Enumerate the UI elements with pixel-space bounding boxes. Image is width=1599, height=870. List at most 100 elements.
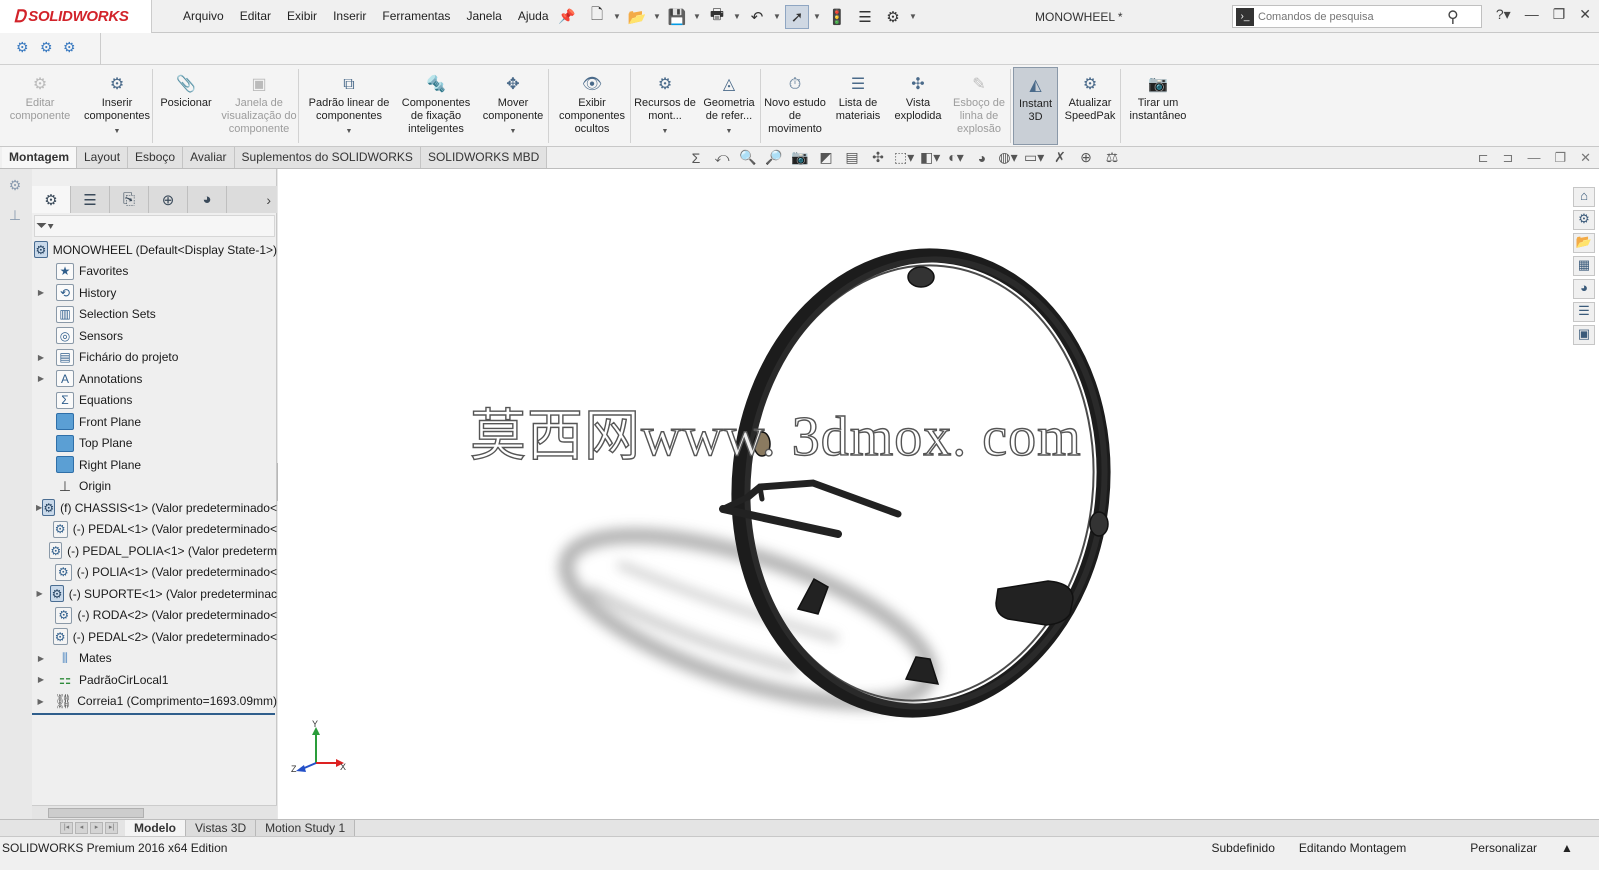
home-icon[interactable]: ⌂ — [1573, 187, 1595, 207]
tree-item[interactable]: ⚙ (-) PEDAL<2> (Valor predeterminado< — [32, 626, 277, 648]
tree-item[interactable]: ▶ ⚏ PadrãoCirLocal1 — [32, 669, 277, 691]
menu-arquivo[interactable]: Arquivo — [175, 9, 232, 23]
interference-icon[interactable]: ✗ — [1050, 149, 1070, 166]
display-style-icon[interactable]: ◧▾ — [920, 149, 940, 166]
open-dropdown-icon[interactable]: ▼ — [653, 12, 661, 21]
scrollbar-thumb[interactable] — [48, 808, 144, 818]
custom-properties-icon[interactable]: ☰ — [1573, 302, 1595, 322]
hide-show-icon[interactable]: ◐▾ — [946, 149, 966, 166]
camera-icon[interactable]: 📷 — [790, 149, 810, 166]
tree-item[interactable]: ⚙ (-) PEDAL<1> (Valor predeterminado< — [32, 519, 277, 541]
rebuild-traffic-light-icon[interactable]: 🚦 — [825, 5, 849, 29]
search-input[interactable] — [1258, 10, 1443, 23]
tab-suplementos-do-solidworks[interactable]: Suplementos do SOLIDWORKS — [234, 147, 421, 168]
cmd-reference-geometry-button[interactable]: ◬ Geometria de refer... ▼ — [697, 67, 761, 145]
options-dropdown-icon[interactable]: ▼ — [909, 12, 917, 21]
tree-item[interactable]: Front Plane — [32, 411, 277, 433]
sum-icon[interactable]: Σ — [686, 150, 706, 166]
tree-item[interactable]: ◎ Sensors — [32, 325, 277, 347]
cmd-component-preview-button[interactable]: ▣ Janela de visualização do componente — [220, 67, 298, 145]
panel-left-icon[interactable]: ⊏ — [1478, 150, 1489, 166]
mass-properties-icon[interactable]: ⚖ — [1102, 149, 1122, 166]
prev-tab-icon[interactable]: ◂ — [75, 822, 88, 834]
tree-item[interactable]: ▶ A Annotations — [32, 368, 277, 390]
expand-arrow-icon[interactable]: ▶ — [36, 288, 46, 297]
view-palette-icon[interactable]: ▦ — [1573, 256, 1595, 276]
monowheel-model[interactable] — [278, 169, 1599, 819]
first-tab-icon[interactable]: |◂ — [60, 822, 73, 834]
close-icon[interactable]: ✕ — [1579, 6, 1591, 23]
rollback-bar[interactable] — [32, 713, 275, 715]
exploded-icon[interactable]: ✣ — [868, 149, 888, 166]
expand-arrow-icon[interactable]: ▶ — [36, 697, 45, 706]
section-view-icon[interactable]: ◩ — [816, 149, 836, 166]
design-library-icon[interactable]: ⚙ — [1573, 210, 1595, 230]
cmd-exploded-view-button[interactable]: ✣ Vista explodida — [889, 67, 947, 145]
expand-arrow-icon[interactable]: ▶ — [36, 654, 46, 663]
expand-arrow-icon[interactable]: ▶ — [36, 374, 46, 383]
select-dropdown-icon[interactable]: ▼ — [813, 12, 821, 21]
graphics-area[interactable]: 莫西网www. 3dmox. com Y X Z ⌂ ⚙ 📂 ▦ ◕ ☰ ▣ — [278, 169, 1599, 819]
tree-item[interactable]: ⊥ Origin — [32, 476, 277, 498]
cmd-bom-button[interactable]: ☰ Lista de materiais — [829, 67, 887, 145]
cmd-show-hidden-button[interactable]: 👁 Exibir componentes ocultos — [552, 67, 632, 145]
save-dropdown-icon[interactable]: ▼ — [693, 12, 701, 21]
help-icon[interactable]: ?▾ — [1496, 6, 1511, 23]
bottom-tab-vistas-3d[interactable]: Vistas 3D — [186, 820, 257, 837]
expand-arrow-icon[interactable]: ▶ — [36, 503, 42, 512]
cmd-speedpak-button[interactable]: ⚙ Atualizar SpeedPak — [1060, 67, 1120, 145]
chevron-down-icon[interactable]: ▼ — [726, 125, 733, 138]
tree-item[interactable]: Top Plane — [32, 433, 277, 455]
save-icon[interactable]: 💾 — [665, 5, 689, 29]
minimize-icon[interactable]: — — [1525, 6, 1539, 23]
cmd-mate-button[interactable]: 📎 Posicionar — [154, 67, 218, 145]
tab-avaliar[interactable]: Avaliar — [183, 147, 235, 168]
bottom-tab-modelo[interactable]: Modelo — [125, 820, 186, 837]
tree-item[interactable]: ▶ ⚙ (f) CHASSIS<1> (Valor predeterminado< — [32, 497, 277, 519]
zoom-to-fit-icon[interactable]: 🔍 — [738, 149, 758, 166]
cmd-edit-component-button[interactable]: ⚙ Editar componente — [0, 67, 80, 145]
tree-item[interactable]: ⚙ (-) RODA<2> (Valor predeterminado< — [32, 605, 277, 627]
assembly-option-icon-2[interactable]: ⚙ — [40, 39, 60, 57]
options-gear-icon[interactable]: ⚙ — [881, 5, 905, 29]
cmd-move-component-button[interactable]: ✥ Mover componente ▼ — [474, 67, 552, 145]
solidworks-logo[interactable]: Ꭰ SOLIDWORKS — [0, 0, 152, 33]
tab-solidworks-mbd[interactable]: SOLIDWORKS MBD — [420, 147, 548, 168]
tree-item[interactable]: ▥ Selection Sets — [32, 304, 277, 326]
search-icon[interactable]: ⚲ — [1447, 7, 1459, 27]
viewport-restore-icon[interactable]: ❐ — [1554, 150, 1566, 166]
cmd-instant-3d-button[interactable]: ◭ Instant 3D — [1013, 67, 1058, 145]
tab-layout[interactable]: Layout — [77, 147, 129, 168]
pin-menu-icon[interactable]: 📌 — [558, 8, 575, 25]
chevron-down-icon[interactable]: ▼ — [114, 125, 121, 138]
undo-dropdown-icon[interactable]: ▼ — [773, 12, 781, 21]
display-manager-tab-icon[interactable]: ◕ — [188, 186, 227, 213]
expand-arrow-icon[interactable]: ▶ — [36, 589, 43, 598]
tree-item[interactable]: Σ Equations — [32, 390, 277, 412]
cmd-explode-line-sketch-button[interactable]: ✎ Esboço de linha de explosão — [949, 67, 1009, 145]
chevron-right-icon[interactable]: › — [266, 192, 271, 208]
file-explorer-icon[interactable]: 📂 — [1573, 233, 1595, 253]
menu-ajuda[interactable]: Ajuda — [510, 9, 557, 23]
assembly-option-icon-1[interactable]: ⚙ — [16, 39, 36, 57]
filter-icon[interactable]: ⏷▾ — [36, 217, 76, 237]
tree-item[interactable]: ▶ ⫴ Mates — [32, 648, 277, 670]
tree-item[interactable]: ▶ ⛓ Correia1 (Comprimento=1693.09mm) — [32, 691, 277, 713]
tree-item[interactable]: ▶ ▤ Fichário do projeto — [32, 347, 277, 369]
dimxpert-tab-icon[interactable]: ⊕ — [149, 186, 188, 213]
dynamic-annotation-icon[interactable]: ▤ — [842, 149, 862, 166]
tree-item[interactable]: ▶ ⟲ History — [32, 282, 277, 304]
cmd-snapshot-button[interactable]: 📷 Tirar um instantâneo — [1122, 67, 1194, 145]
print-dropdown-icon[interactable]: ▼ — [733, 12, 741, 21]
menu-janela[interactable]: Janela — [458, 9, 509, 23]
property-manager-tab-icon[interactable]: ☰ — [71, 186, 110, 213]
cmd-insert-components-button[interactable]: ⚙ Inserir componentes ▼ — [82, 67, 152, 145]
cmd-smart-fasteners-button[interactable]: 🔩 Componentes de fixação inteligentes — [400, 67, 472, 145]
menu-ferramentas[interactable]: Ferramentas — [374, 9, 458, 23]
viewport-minimize-icon[interactable]: — — [1527, 150, 1540, 166]
customize-menu[interactable]: Personalizar — [1458, 841, 1549, 855]
tree-item[interactable]: Right Plane — [32, 454, 277, 476]
tree-item[interactable]: ★ Favorites — [32, 261, 277, 283]
expand-arrow-icon[interactable]: ▶ — [36, 353, 46, 362]
previous-view-icon[interactable]: ⤺ — [712, 149, 732, 166]
